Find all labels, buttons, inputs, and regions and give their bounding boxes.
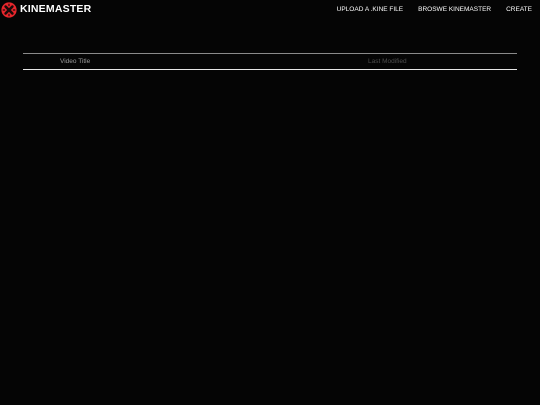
column-header-video-title[interactable]: Video Title [60,58,90,66]
table-header-row: Video Title Last Modified [23,54,517,69]
nav-browse-kinemaster[interactable]: BROSWE KINEMASTER [418,5,491,14]
page: KINEMASTER UPLOAD A .KINE FILE BROSWE KI… [0,0,540,405]
table-header-divider [23,69,517,70]
brand-logo-link[interactable]: KINEMASTER [1,1,91,18]
video-list-table: Video Title Last Modified [23,53,517,70]
brand-name: KINEMASTER [20,3,92,15]
nav-create[interactable]: CREATE [506,5,532,14]
nav-upload-kine-file[interactable]: UPLOAD A .KINE FILE [337,5,403,14]
kinemaster-x-icon [1,1,17,18]
top-bar: KINEMASTER UPLOAD A .KINE FILE BROSWE KI… [0,0,540,20]
main-nav: UPLOAD A .KINE FILE BROSWE KINEMASTER CR… [337,5,532,14]
column-header-last-modified[interactable]: Last Modified [368,58,407,66]
